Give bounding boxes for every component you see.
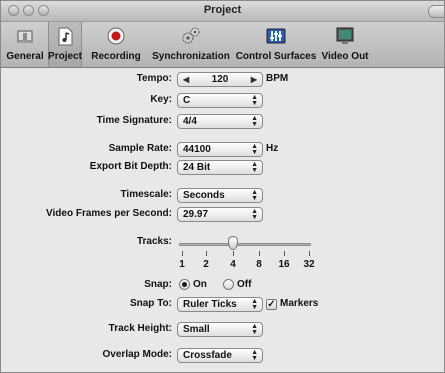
slider-tick <box>233 251 234 256</box>
tracks-tick-label: 4 <box>230 259 236 270</box>
tracks-tick-label: 1 <box>179 259 185 270</box>
slider-tick <box>309 251 310 256</box>
toolbar-toggle-button[interactable] <box>428 5 444 18</box>
gears-icon <box>182 27 200 44</box>
snap-label: Snap: <box>144 279 172 290</box>
popup-arrows-icon: ▲ ▼ <box>251 94 258 107</box>
tracks-tick-label: 2 <box>203 259 209 270</box>
timescale-label: Timescale: <box>120 189 172 200</box>
title-bar: Project <box>1 1 444 22</box>
slider-tick <box>182 251 183 256</box>
export-bit-depth-popup[interactable]: 24 Bit ▲ ▼ <box>177 160 263 175</box>
project-settings-pane: Tempo: ◀ 120 ▶ BPM Key: C ▲ ▼ Time Signat… <box>1 68 444 372</box>
tab-general[interactable]: General <box>3 22 47 67</box>
key-value: C <box>183 95 191 106</box>
export-bit-depth-label: Export Bit Depth: <box>89 161 172 172</box>
tab-project[interactable]: Project <box>48 22 82 67</box>
project-window: Project General Project Recording Synchr… <box>0 0 445 373</box>
snap-off-radio[interactable] <box>223 279 234 290</box>
snap-to-popup[interactable]: Ruler Ticks ▲ ▼ <box>177 297 263 312</box>
popup-arrows-icon: ▲ ▼ <box>251 208 258 221</box>
video-fps-popup[interactable]: 29.97 ▲ ▼ <box>177 207 263 222</box>
track-height-value: Small <box>183 324 210 335</box>
snap-to-value: Ruler Ticks <box>183 299 237 310</box>
track-height-label: Track Height: <box>108 323 172 334</box>
toolbar: General Project Recording Synchronizatio… <box>1 22 444 68</box>
tracks-tick-label: 32 <box>303 259 315 270</box>
tab-video-out[interactable]: Video Out <box>319 22 371 67</box>
timescale-value: Seconds <box>183 190 225 201</box>
popup-arrows-icon: ▲ ▼ <box>251 298 258 311</box>
overlap-mode-label: Overlap Mode: <box>102 349 172 360</box>
sample-rate-value: 44100 <box>183 144 211 155</box>
project-icon <box>58 27 73 46</box>
decrement-arrow-icon[interactable]: ◀ <box>183 73 189 86</box>
markers-checkbox[interactable]: ✓ <box>266 299 277 310</box>
popup-arrows-icon: ▲ ▼ <box>251 323 258 336</box>
tracks-slider-track[interactable] <box>179 243 311 246</box>
overlap-mode-popup[interactable]: Crossfade ▲ ▼ <box>177 348 263 363</box>
record-icon <box>107 27 125 45</box>
tracks-tick-label: 8 <box>256 259 262 270</box>
window-title: Project <box>203 4 242 16</box>
slider-tick <box>284 251 285 256</box>
tracks-label: Tracks: <box>136 236 172 247</box>
timescale-popup[interactable]: Seconds ▲ ▼ <box>177 188 263 203</box>
slider-tick <box>259 251 260 256</box>
track-height-popup[interactable]: Small ▲ ▼ <box>177 322 263 337</box>
key-popup[interactable]: C ▲ ▼ <box>177 93 263 108</box>
tempo-stepper[interactable]: ◀ 120 ▶ <box>177 72 263 87</box>
popup-arrows-icon: ▲ ▼ <box>251 349 258 362</box>
tab-control-surfaces[interactable]: Control Surfaces <box>234 22 318 67</box>
tab-recording[interactable]: Recording <box>83 22 149 67</box>
tracks-slider-thumb[interactable] <box>228 236 238 250</box>
popup-arrows-icon: ▲ ▼ <box>251 189 258 202</box>
tempo-unit: BPM <box>266 73 289 84</box>
snap-on-label[interactable]: On <box>193 279 207 290</box>
slider-tick <box>206 251 207 256</box>
export-bit-depth-value: 24 Bit <box>183 162 211 173</box>
increment-arrow-icon[interactable]: ▶ <box>251 73 257 86</box>
popup-arrows-icon: ▲ ▼ <box>251 115 258 128</box>
video-fps-label: Video Frames per Second: <box>46 208 172 219</box>
snap-off-label[interactable]: Off <box>237 279 251 290</box>
tab-synchronization[interactable]: Synchronization <box>149 22 233 67</box>
sample-rate-popup[interactable]: 44100 ▲ ▼ <box>177 142 263 157</box>
snap-to-label: Snap To: <box>129 298 172 309</box>
overlap-mode-value: Crossfade <box>183 350 232 361</box>
tempo-value: 120 <box>211 74 229 85</box>
popup-arrows-icon: ▲ ▼ <box>251 161 258 174</box>
video-fps-value: 29.97 <box>183 209 209 220</box>
sample-rate-unit: Hz <box>266 143 279 154</box>
time-signature-label: Time Signature: <box>96 115 172 126</box>
time-signature-popup[interactable]: 4/4 ▲ ▼ <box>177 114 263 129</box>
popup-arrows-icon: ▲ ▼ <box>251 143 258 156</box>
key-label: Key: <box>150 94 172 105</box>
sample-rate-label: Sample Rate: <box>108 143 172 154</box>
tracks-tick-label: 16 <box>278 259 290 270</box>
snap-on-radio[interactable] <box>179 279 190 290</box>
markers-label[interactable]: Markers <box>280 298 318 309</box>
general-icon <box>17 30 33 43</box>
time-signature-value: 4/4 <box>183 116 197 127</box>
control-surfaces-icon <box>266 28 286 44</box>
monitor-icon <box>336 27 354 44</box>
tempo-label: Tempo: <box>136 73 172 84</box>
